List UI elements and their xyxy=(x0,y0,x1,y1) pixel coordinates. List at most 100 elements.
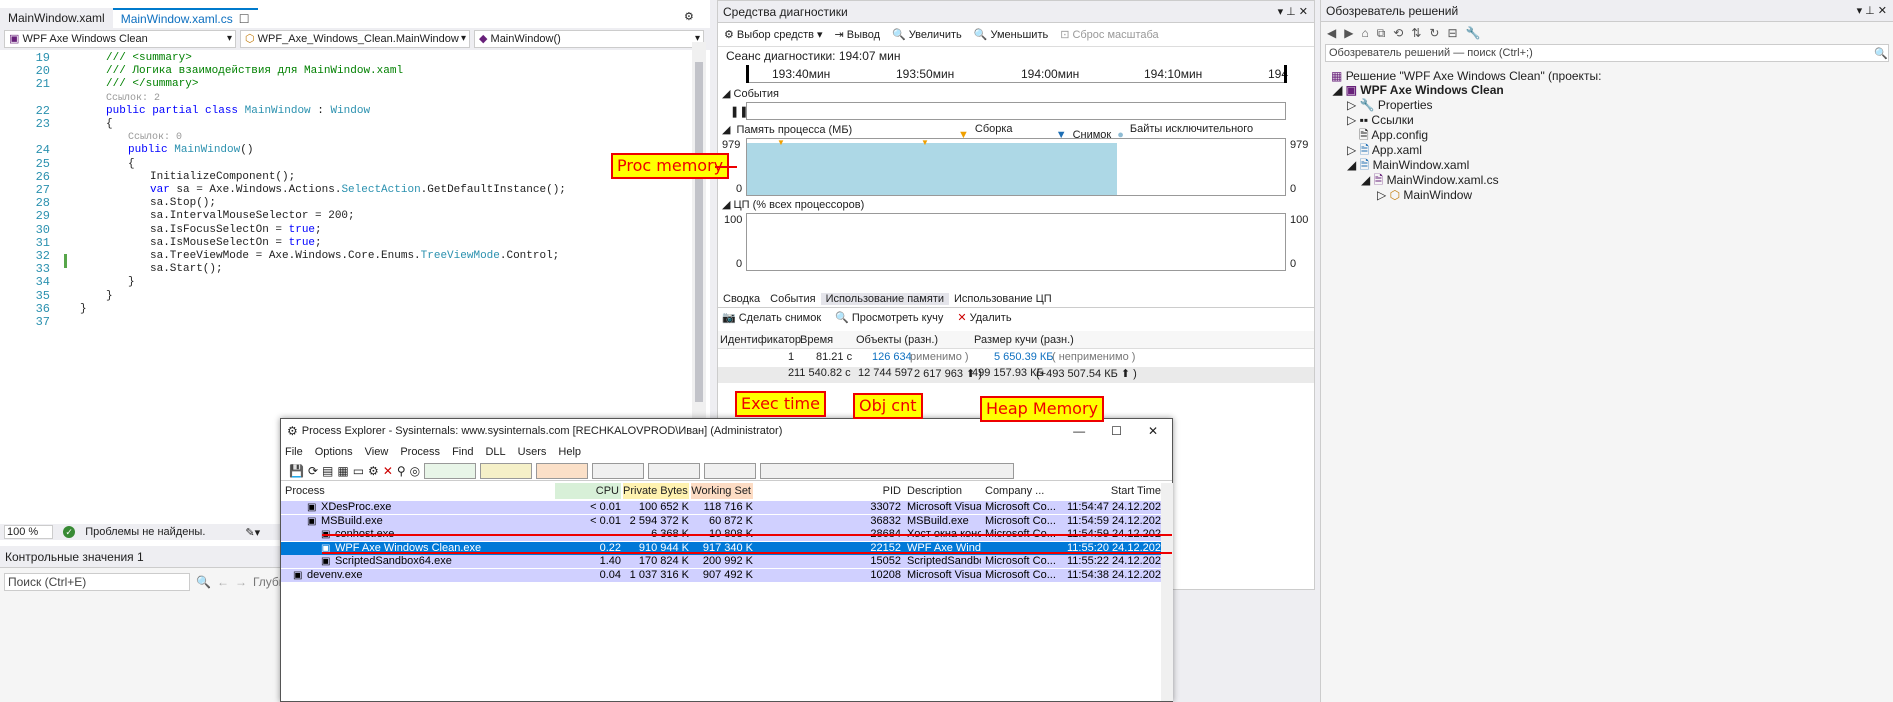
zoom-in-button[interactable]: 🔍 Увеличить xyxy=(892,28,962,42)
header-objects[interactable]: Объекты (разн.) xyxy=(856,334,938,346)
gpu-timeline[interactable] xyxy=(760,462,1015,479)
col-cpu[interactable]: CPU xyxy=(555,483,621,499)
sync-icon[interactable]: ⇅ xyxy=(1411,26,1421,40)
snapshot-objects[interactable]: 12 744 597 xyxy=(858,367,913,379)
history-icon[interactable]: ⟲ xyxy=(1393,26,1403,40)
io-graph[interactable] xyxy=(536,462,589,479)
snapshot-objects[interactable]: 126 634 xyxy=(872,351,912,363)
col-working-set[interactable]: Working Set xyxy=(691,483,753,499)
cpu-graph[interactable] xyxy=(424,462,477,479)
find-icon[interactable]: ⚲ xyxy=(397,464,406,478)
wrench-icon[interactable]: 🔧 xyxy=(1466,26,1481,40)
project-dropdown[interactable]: ▣ WPF Axe Windows Clean xyxy=(4,30,236,48)
watch-search-input[interactable]: Поиск (Ctrl+E) xyxy=(4,573,190,591)
settings-icon[interactable]: ⚙ xyxy=(368,464,379,478)
tree-item-mainwindow-class[interactable]: ▷ ⬡ MainWindow xyxy=(1377,187,1472,204)
tab-summary[interactable]: Сводка xyxy=(718,293,765,305)
take-snapshot-button[interactable]: 📷 Сделать снимок xyxy=(722,311,821,325)
table-row[interactable]: MSBuild.exe < 0.01 2 594 372 K 60 872 K 3683… xyxy=(281,514,1161,528)
header-heap[interactable]: Размер кучи (разн.) xyxy=(974,334,1074,346)
cpu-chart[interactable] xyxy=(746,213,1286,271)
tab-gear-icon[interactable]: ⚙ xyxy=(684,10,694,23)
table-row[interactable]: 2 11 540.82 с 12 744 597 2 617 963 ⬆ ) 4… xyxy=(718,367,1314,383)
memory-section[interactable]: ◢ Память процесса (МБ) xyxy=(722,123,852,137)
reset-zoom-button[interactable]: ⊡ Сброс масштаба xyxy=(1060,28,1158,42)
col-description[interactable]: Description xyxy=(907,483,962,499)
events-track[interactable] xyxy=(746,102,1286,120)
events-section[interactable]: ◢ События xyxy=(722,87,779,100)
header-id[interactable]: Идентификатор xyxy=(720,334,801,346)
cpu-section[interactable]: ◢ ЦП (% всех процессоров) xyxy=(722,198,864,211)
problems-status[interactable]: Проблемы не найдены. xyxy=(85,526,205,538)
snapshot-heap[interactable]: 5 650.39 КБ xyxy=(994,351,1054,363)
back-icon[interactable]: ◀ xyxy=(1327,26,1336,40)
network-graph[interactable] xyxy=(592,462,645,479)
forward-arrow-icon[interactable]: → xyxy=(235,575,247,589)
pe-scrollbar[interactable] xyxy=(1161,483,1173,701)
tab-mainwindow-xaml-cs[interactable]: MainWindow.xaml.cs ☐ xyxy=(112,8,258,29)
pe-menu-process[interactable]: Process xyxy=(400,446,440,458)
pe-menu-dll[interactable]: DLL xyxy=(485,446,505,458)
back-arrow-icon[interactable]: ← xyxy=(217,575,229,589)
col-company[interactable]: Company ... xyxy=(985,483,1044,499)
target-icon[interactable]: ◎ xyxy=(410,464,420,478)
refresh-icon[interactable]: ⟳ xyxy=(308,464,318,478)
panel-controls[interactable]: ▾ ⊥ ✕ xyxy=(1857,0,1887,22)
minimize-button[interactable]: — xyxy=(1073,424,1085,438)
timeline-ruler[interactable]: 193:40мин 193:50мин 194:00мин 194:10мин … xyxy=(746,65,1288,83)
delete-button[interactable]: ✕ Удалить xyxy=(957,311,1011,325)
save-icon[interactable]: 💾 xyxy=(289,464,304,478)
col-start-time[interactable]: Start Time xyxy=(1061,483,1161,499)
disk-graph[interactable] xyxy=(648,462,701,479)
range-start-handle[interactable] xyxy=(746,65,749,83)
zoom-out-button[interactable]: 🔍 Уменьшить xyxy=(974,28,1048,42)
view-heap-button[interactable]: 🔍 Просмотреть кучу xyxy=(835,311,943,325)
select-tools-button[interactable]: ⚙ Выбор средств ▾ xyxy=(724,28,823,42)
table-row[interactable]: 1 81.21 с 126 634 рименимо ) 5 650.39 КБ… xyxy=(718,351,1314,367)
code-line[interactable]: 37 xyxy=(0,314,690,330)
window-icon[interactable]: ▤ xyxy=(322,464,333,478)
pe-menu-users[interactable]: Users xyxy=(518,446,547,458)
table-row[interactable]: ScriptedSandbox64.exe 1.40 170 824 K 200 99… xyxy=(281,555,1161,569)
search-icon[interactable]: 🔍 xyxy=(196,575,211,589)
panel-controls[interactable]: ▾ ⊥ ✕ xyxy=(1278,1,1308,23)
switch-views-icon[interactable]: ⧉ xyxy=(1377,26,1386,41)
forward-icon[interactable]: ▶ xyxy=(1344,26,1353,40)
pe-menu-view[interactable]: View xyxy=(365,446,389,458)
tree-icon[interactable]: ▭ xyxy=(353,464,364,478)
class-dropdown[interactable]: ⬡ WPF_Axe_Windows_Clean.MainWindow xyxy=(240,30,470,48)
memory-chart[interactable]: ▼ ▼ xyxy=(746,138,1286,196)
output-button[interactable]: ⇥ Вывод xyxy=(835,28,880,42)
col-process[interactable]: Process xyxy=(285,483,325,499)
table-row[interactable]: XDesProc.exe < 0.01 100 652 K 118 716 K 3307… xyxy=(281,501,1161,514)
properties-icon[interactable]: ▦ xyxy=(337,464,348,478)
col-pid[interactable]: PID xyxy=(841,483,901,499)
pe-menu-help[interactable]: Help xyxy=(558,446,581,458)
snapshot-heap[interactable]: 499 157.93 КБ xyxy=(972,367,1044,379)
home-icon[interactable]: ⌂ xyxy=(1361,26,1368,40)
refresh-icon[interactable]: ↻ xyxy=(1429,26,1439,40)
tab-memory-usage[interactable]: Использование памяти xyxy=(820,292,949,305)
pe-menu-options[interactable]: Options xyxy=(315,446,353,458)
solution-search-input[interactable]: Обозреватель решений — поиск (Ctrl+;) 🔍 xyxy=(1325,44,1889,62)
brush-icon[interactable]: ✎▾ xyxy=(245,526,260,539)
pe-menu-find[interactable]: Find xyxy=(452,446,473,458)
header-time[interactable]: Время xyxy=(800,334,833,346)
gpu-graph[interactable] xyxy=(704,462,757,479)
collapse-icon[interactable]: ⊟ xyxy=(1447,26,1457,40)
close-button[interactable]: ✕ xyxy=(1148,424,1158,438)
close-icon[interactable]: ☐ xyxy=(239,9,250,29)
table-row[interactable]: devenv.exe 0.04 1 037 316 K 907 492 K 10208 M… xyxy=(281,568,1161,582)
scrollbar-thumb[interactable] xyxy=(695,62,703,402)
tab-mainwindow-xaml[interactable]: MainWindow.xaml xyxy=(0,8,113,28)
range-end-handle[interactable] xyxy=(1284,65,1287,83)
commit-graph[interactable] xyxy=(480,462,533,479)
member-dropdown[interactable]: ◆ MainWindow() xyxy=(474,30,704,48)
col-private-bytes[interactable]: Private Bytes xyxy=(623,483,689,499)
pe-menu-file[interactable]: File xyxy=(285,446,303,458)
maximize-button[interactable]: ☐ xyxy=(1111,424,1122,438)
tab-events[interactable]: События xyxy=(765,293,820,305)
tab-cpu-usage[interactable]: Использование ЦП xyxy=(949,293,1057,305)
kill-icon[interactable]: ✕ xyxy=(383,464,393,478)
zoom-level[interactable]: 100 % xyxy=(4,525,54,539)
